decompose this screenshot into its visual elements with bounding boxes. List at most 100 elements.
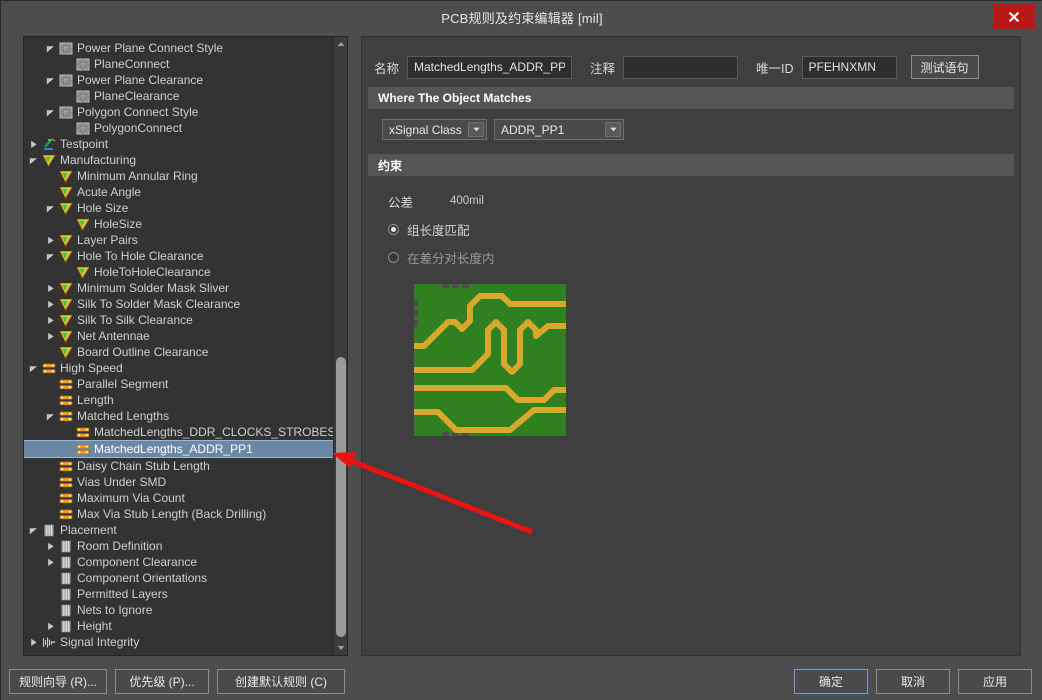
tree-expand-arrow-open-icon[interactable] bbox=[46, 76, 55, 85]
tree-twisty[interactable] bbox=[43, 40, 57, 56]
tree-expand-arrow-open-icon[interactable] bbox=[29, 526, 38, 535]
tree-item-hole-size[interactable]: Hole Size bbox=[24, 200, 334, 216]
scope-target-select[interactable]: ADDR_PP1 bbox=[494, 119, 624, 140]
tree-item-holetoholeclearance[interactable]: HoleToHoleClearance bbox=[24, 264, 334, 280]
tree-twisty[interactable] bbox=[43, 554, 57, 570]
tree-item-component-clearance[interactable]: Component Clearance bbox=[24, 554, 334, 570]
tree-item-label: Matched Lengths bbox=[77, 409, 170, 423]
rule-comment-input[interactable] bbox=[623, 55, 739, 79]
tree-twisty[interactable] bbox=[43, 232, 57, 248]
tree-expand-arrow-closed-icon[interactable] bbox=[46, 236, 55, 245]
test-query-button[interactable]: 测试语句 bbox=[910, 55, 979, 79]
tree-item-matched-lengths[interactable]: Matched Lengths bbox=[24, 408, 334, 424]
tree-item-silk-to-solder-mask-clearance[interactable]: Silk To Solder Mask Clearance bbox=[24, 296, 334, 312]
tree-twisty[interactable] bbox=[43, 280, 57, 296]
tree-twisty[interactable] bbox=[43, 408, 57, 424]
tree-expand-arrow-open-icon[interactable] bbox=[46, 252, 55, 261]
tree-item-height[interactable]: Height bbox=[24, 618, 334, 634]
tree-expand-arrow-open-icon[interactable] bbox=[46, 204, 55, 213]
close-button[interactable] bbox=[993, 4, 1035, 29]
tree-item-vias-under-smd[interactable]: Vias Under SMD bbox=[24, 474, 334, 490]
tree-item-minimum-annular-ring[interactable]: Minimum Annular Ring bbox=[24, 168, 334, 184]
scroll-down-button[interactable] bbox=[334, 641, 347, 655]
tree-expand-arrow-closed-icon[interactable] bbox=[46, 542, 55, 551]
tree-item-matchedlengths-addr-pp1[interactable]: MatchedLengths_ADDR_PP1 bbox=[24, 440, 334, 458]
tree-twisty[interactable] bbox=[26, 360, 40, 376]
tree-item-minimum-solder-mask-sliver[interactable]: Minimum Solder Mask Sliver bbox=[24, 280, 334, 296]
tree-item-manufacturing[interactable]: Manufacturing bbox=[24, 152, 334, 168]
priorities-button[interactable]: 优先级 (P)... bbox=[115, 669, 209, 694]
ok-button[interactable]: 确定 bbox=[794, 669, 868, 694]
tree-item-testpoint[interactable]: Testpoint bbox=[24, 136, 334, 152]
tree-item-length[interactable]: Length bbox=[24, 392, 334, 408]
tree-item-hole-to-hole-clearance[interactable]: Hole To Hole Clearance bbox=[24, 248, 334, 264]
radio-group-length-match[interactable]: 组长度匹配 bbox=[388, 218, 1020, 240]
cancel-button[interactable]: 取消 bbox=[876, 669, 950, 694]
tree-item-signal-integrity[interactable]: Signal Integrity bbox=[24, 634, 334, 650]
tree-item-acute-angle[interactable]: Acute Angle bbox=[24, 184, 334, 200]
scope-type-select[interactable]: xSignal Class bbox=[382, 119, 487, 140]
tree-item-parallel-segment[interactable]: Parallel Segment bbox=[24, 376, 334, 392]
tree-expand-arrow-closed-icon[interactable] bbox=[46, 316, 55, 325]
tree-twisty[interactable] bbox=[43, 312, 57, 328]
rule-tree-list[interactable]: Power Plane Connect Style PlaneConnect Pow… bbox=[24, 37, 334, 650]
rule-unique-id-input[interactable] bbox=[801, 55, 897, 79]
tolerance-value[interactable]: 400mil bbox=[450, 195, 484, 207]
tree-twisty[interactable] bbox=[43, 104, 57, 120]
tree-expand-arrow-open-icon[interactable] bbox=[29, 156, 38, 165]
tree-expand-arrow-open-icon[interactable] bbox=[29, 364, 38, 373]
tree-twisty[interactable] bbox=[43, 72, 57, 88]
tree-item-polygon-connect-style[interactable]: Polygon Connect Style bbox=[24, 104, 334, 120]
tree-expand-arrow-open-icon[interactable] bbox=[46, 412, 55, 421]
window-title: PCB规则及约束编辑器 [mil] bbox=[441, 10, 603, 26]
tree-item-max-via-stub-length-back-drilling[interactable]: Max Via Stub Length (Back Drilling) bbox=[24, 506, 334, 522]
tree-twisty[interactable] bbox=[43, 538, 57, 554]
tree-twisty[interactable] bbox=[43, 618, 57, 634]
tree-item-power-plane-connect-style[interactable]: Power Plane Connect Style bbox=[24, 40, 334, 56]
tree-expand-arrow-open-icon[interactable] bbox=[46, 44, 55, 53]
tree-item-polygonconnect[interactable]: PolygonConnect bbox=[24, 120, 334, 136]
tree-item-layer-pairs[interactable]: Layer Pairs bbox=[24, 232, 334, 248]
tree-twisty[interactable] bbox=[43, 296, 57, 312]
scroll-thumb[interactable] bbox=[336, 357, 346, 637]
radio-within-diff-pair[interactable]: 在差分对长度内 bbox=[388, 246, 1020, 268]
tree-item-silk-to-silk-clearance[interactable]: Silk To Silk Clearance bbox=[24, 312, 334, 328]
apply-button[interactable]: 应用 bbox=[958, 669, 1032, 694]
tree-vertical-scrollbar[interactable] bbox=[333, 37, 347, 655]
tree-expand-arrow-closed-icon[interactable] bbox=[29, 638, 38, 647]
tree-expand-arrow-closed-icon[interactable] bbox=[29, 140, 38, 149]
tree-item-permitted-layers[interactable]: Permitted Layers bbox=[24, 586, 334, 602]
tree-twisty[interactable] bbox=[26, 136, 40, 152]
tree-expand-arrow-closed-icon[interactable] bbox=[46, 332, 55, 341]
tree-expand-arrow-closed-icon[interactable] bbox=[46, 622, 55, 631]
tree-twisty[interactable] bbox=[43, 248, 57, 264]
tree-item-component-orientations[interactable]: Component Orientations bbox=[24, 570, 334, 586]
tree-expand-arrow-open-icon[interactable] bbox=[46, 108, 55, 117]
tree-twisty[interactable] bbox=[43, 328, 57, 344]
tree-item-nets-to-ignore[interactable]: Nets to Ignore bbox=[24, 602, 334, 618]
tree-item-power-plane-clearance[interactable]: Power Plane Clearance bbox=[24, 72, 334, 88]
tree-expand-arrow-closed-icon[interactable] bbox=[46, 284, 55, 293]
tree-twisty[interactable] bbox=[43, 200, 57, 216]
tree-item-maximum-via-count[interactable]: Maximum Via Count bbox=[24, 490, 334, 506]
rule-wizard-button[interactable]: 规则向导 (R)... bbox=[9, 669, 107, 694]
scroll-up-button[interactable] bbox=[334, 37, 347, 51]
tree-expand-arrow-closed-icon[interactable] bbox=[46, 558, 55, 567]
tree-item-board-outline-clearance[interactable]: Board Outline Clearance bbox=[24, 344, 334, 360]
tree-item-room-definition[interactable]: Room Definition bbox=[24, 538, 334, 554]
tree-twisty[interactable] bbox=[26, 522, 40, 538]
tree-item-net-antennae[interactable]: Net Antennae bbox=[24, 328, 334, 344]
tree-item-matchedlengths-ddr-clocks-strobes[interactable]: MatchedLengths_DDR_CLOCKS_STROBES bbox=[24, 424, 334, 440]
tree-expand-arrow-closed-icon[interactable] bbox=[46, 300, 55, 309]
tree-item-icon bbox=[57, 602, 74, 618]
tree-item-planeclearance[interactable]: PlaneClearance bbox=[24, 88, 334, 104]
tree-item-placement[interactable]: Placement bbox=[24, 522, 334, 538]
rule-name-input[interactable] bbox=[407, 55, 573, 79]
tree-twisty[interactable] bbox=[26, 152, 40, 168]
create-default-rules-button[interactable]: 创建默认规则 (C) bbox=[217, 669, 345, 694]
tree-item-planeconnect[interactable]: PlaneConnect bbox=[24, 56, 334, 72]
tree-twisty[interactable] bbox=[26, 634, 40, 650]
tree-item-daisy-chain-stub-length[interactable]: Daisy Chain Stub Length bbox=[24, 458, 334, 474]
tree-item-high-speed[interactable]: High Speed bbox=[24, 360, 334, 376]
tree-item-holesize[interactable]: HoleSize bbox=[24, 216, 334, 232]
